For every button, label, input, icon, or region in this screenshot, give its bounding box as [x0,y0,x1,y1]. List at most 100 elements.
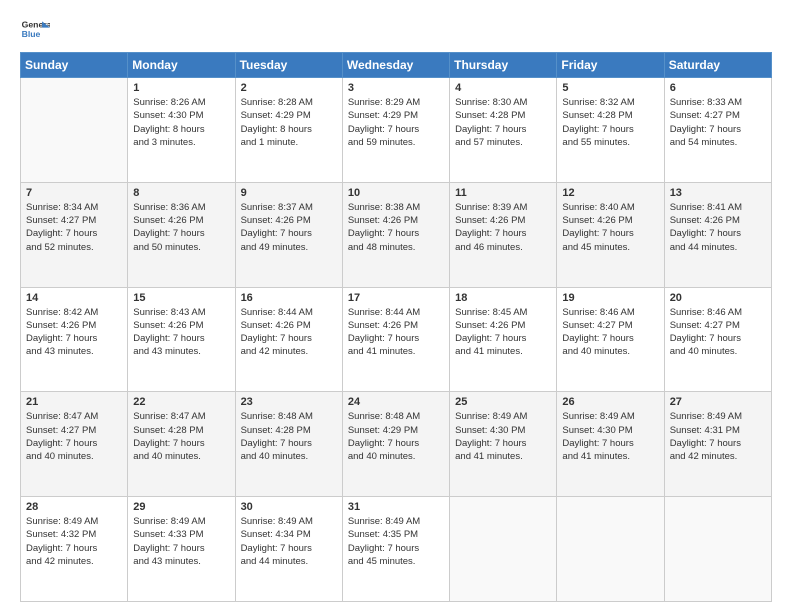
info-line: Sunset: 4:26 PM [348,320,418,331]
info-line: Sunset: 4:26 PM [26,320,96,331]
info-line: Daylight: 7 hours [348,333,419,344]
info-line: and 52 minutes. [26,242,94,253]
week-row-4: 21 Sunrise: 8:47 AM Sunset: 4:27 PM Dayligh… [21,392,772,497]
info-line: Sunrise: 8:33 AM [670,97,742,108]
calendar-cell: 25Sunrise: 8:49 AMSunset: 4:30 PMDayligh… [450,392,557,497]
day-number: 3 [348,82,444,94]
info-line: Daylight: 8 hours [241,124,312,135]
info-line: Sunrise: 8:49 AM [562,411,634,422]
info-line: and 45 minutes. [562,242,630,253]
day-header-thursday: Thursday [450,53,557,78]
cell-info: Sunrise: 8:49 AMSunset: 4:34 PMDaylight:… [241,515,337,568]
info-line: Sunrise: 8:44 AM [241,307,313,318]
calendar-cell: 29Sunrise: 8:49 AMSunset: 4:33 PMDayligh… [128,497,235,602]
info-line: and 41 minutes. [455,451,523,462]
info-line: Sunset: 4:27 PM [26,425,96,436]
day-number: 5 [562,82,658,94]
info-line: Daylight: 7 hours [26,438,97,449]
calendar-cell: 13Sunrise: 8:41 AMSunset: 4:26 PMDayligh… [664,182,771,287]
info-line: Daylight: 7 hours [241,228,312,239]
header: General Blue [20,16,772,44]
info-line: Sunrise: 8:47 AM [26,411,98,422]
info-line: Daylight: 8 hours [133,124,204,135]
calendar-cell: 7Sunrise: 8:34 AMSunset: 4:27 PMDaylight… [21,182,128,287]
calendar-cell [557,497,664,602]
info-line: and 42 minutes. [670,451,738,462]
info-line: and 40 minutes. [348,451,416,462]
calendar-cell [450,497,557,602]
info-line: Sunset: 4:27 PM [26,215,96,226]
info-line: Sunrise: 8:26 AM [133,97,205,108]
logo-icon: General Blue [20,16,50,44]
day-header-sunday: Sunday [21,53,128,78]
day-number: 26 [562,396,658,408]
info-line: and 45 minutes. [348,556,416,567]
cell-info: Sunrise: 8:44 AMSunset: 4:26 PMDaylight:… [348,306,444,359]
day-number: 12 [562,187,658,199]
day-header-wednesday: Wednesday [342,53,449,78]
calendar-cell: 31Sunrise: 8:49 AMSunset: 4:35 PMDayligh… [342,497,449,602]
info-line: Sunset: 4:26 PM [670,215,740,226]
info-line: Daylight: 7 hours [562,438,633,449]
info-line: and 55 minutes. [562,137,630,148]
info-line: Sunset: 4:30 PM [133,110,203,121]
info-line: and 54 minutes. [670,137,738,148]
week-row-5: 28Sunrise: 8:49 AMSunset: 4:32 PMDayligh… [21,497,772,602]
info-line: Daylight: 7 hours [562,124,633,135]
info-line: and 40 minutes. [26,451,94,462]
day-number: 6 [670,82,766,94]
info-line: Sunset: 4:26 PM [455,320,525,331]
info-line: and 40 minutes. [133,451,201,462]
info-line: Sunrise: 8:49 AM [133,516,205,527]
day-number: 25 [455,396,551,408]
calendar-cell: 3 Sunrise: 8:29 AMSunset: 4:29 PMDaylight… [342,78,449,183]
info-line: Daylight: 7 hours [133,543,204,554]
day-number: 4 [455,82,551,94]
calendar-cell: 9Sunrise: 8:37 AMSunset: 4:26 PMDaylight… [235,182,342,287]
info-line: and 1 minute. [241,137,299,148]
info-line: Sunrise: 8:47 AM [133,411,205,422]
calendar-cell: 5Sunrise: 8:32 AMSunset: 4:28 PMDaylight… [557,78,664,183]
info-line: Sunrise: 8:49 AM [26,516,98,527]
calendar-cell: 21 Sunrise: 8:47 AM Sunset: 4:27 PM Dayligh… [21,392,128,497]
info-line: Daylight: 7 hours [562,228,633,239]
calendar-cell: 16Sunrise: 8:44 AMSunset: 4:26 PMDayligh… [235,287,342,392]
day-number: 21 [26,396,122,408]
day-number: 10 [348,187,444,199]
page: General Blue SundayMondayTuesdayWednesda… [0,0,792,612]
info-line: and 49 minutes. [241,242,309,253]
day-number: 1 [133,82,229,94]
cell-info: Sunrise: 8:49 AMSunset: 4:31 PMDaylight:… [670,410,766,463]
week-row-1: 1 Sunrise: 8:26 AM Sunset: 4:30 PM Daylight… [21,78,772,183]
info-line: Sunrise: 8:46 AM [670,307,742,318]
info-line: Daylight: 7 hours [348,228,419,239]
info-line: and 50 minutes. [133,242,201,253]
cell-info: Sunrise: 8:49 AMSunset: 4:35 PMDaylight:… [348,515,444,568]
info-line: Daylight: 7 hours [670,124,741,135]
day-number: 20 [670,292,766,304]
calendar-cell: 12Sunrise: 8:40 AMSunset: 4:26 PMDayligh… [557,182,664,287]
info-line: Sunset: 4:26 PM [348,215,418,226]
calendar-cell: 26 Sunrise: 8:49 AMSunset: 4:30 PMDayligh… [557,392,664,497]
day-number: 13 [670,187,766,199]
info-line: Daylight: 7 hours [26,543,97,554]
calendar-cell: 17Sunrise: 8:44 AMSunset: 4:26 PMDayligh… [342,287,449,392]
info-line: Daylight: 7 hours [26,228,97,239]
info-line: Sunset: 4:35 PM [348,529,418,540]
calendar-cell: 8Sunrise: 8:36 AMSunset: 4:26 PMDaylight… [128,182,235,287]
cell-info: Sunrise: 8:29 AMSunset: 4:29 PMDaylight:… [348,96,444,149]
info-line: Sunrise: 8:39 AM [455,202,527,213]
info-line: Sunrise: 8:42 AM [26,307,98,318]
info-line: Sunrise: 8:49 AM [348,516,420,527]
info-line: Daylight: 7 hours [562,333,633,344]
info-line: Sunrise: 8:48 AM [241,411,313,422]
info-line: Sunset: 4:29 PM [348,425,418,436]
calendar-cell: 27Sunrise: 8:49 AMSunset: 4:31 PMDayligh… [664,392,771,497]
cell-info: Sunrise: 8:48 AMSunset: 4:29 PMDaylight:… [348,410,444,463]
day-number: 8 [133,187,229,199]
day-number: 29 [133,501,229,513]
cell-info: Sunrise: 8:49 AMSunset: 4:30 PMDaylight:… [562,410,658,463]
info-line: Sunrise: 8:40 AM [562,202,634,213]
info-line: Sunset: 4:26 PM [241,320,311,331]
day-number: 19 [562,292,658,304]
